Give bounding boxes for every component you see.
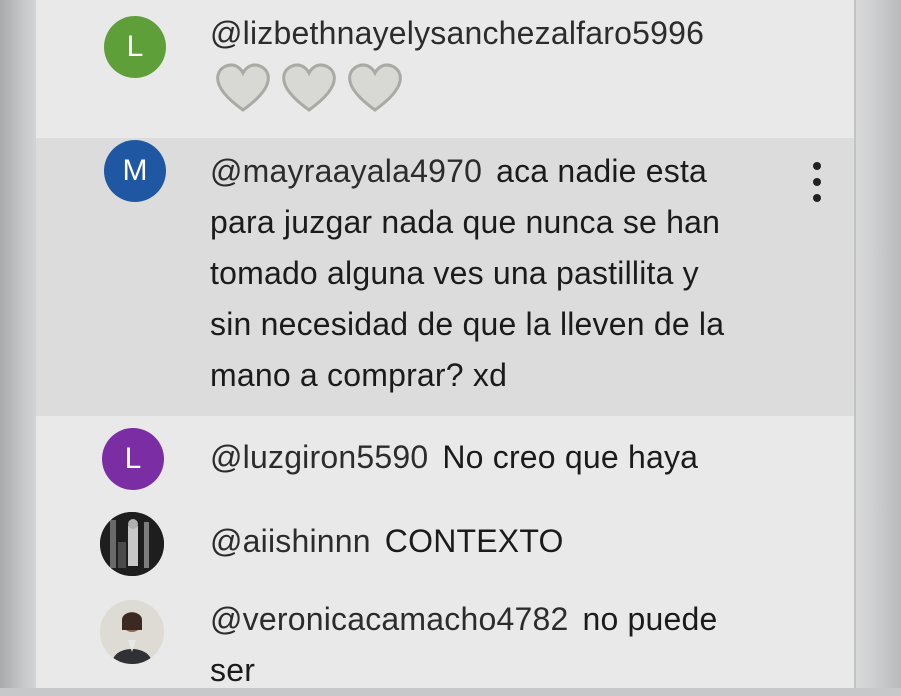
author-name[interactable]: @luzgiron5590 xyxy=(210,439,428,475)
message-text: @aiishinnn CONTEXTO xyxy=(210,516,564,567)
chat-message: L @lizbethnayelysanchezalfaro5996 xyxy=(36,0,854,138)
message-line: no puede xyxy=(582,601,718,637)
white-heart-icon xyxy=(282,63,336,112)
photo-avatar-image xyxy=(100,512,164,576)
photo-avatar-image xyxy=(100,600,164,664)
message-text: @lizbethnayelysanchezalfaro5996 xyxy=(210,8,718,59)
message-line: mano a comprar? xd xyxy=(210,357,508,393)
message-line: sin necesidad de que la lleven de la xyxy=(210,306,725,342)
message-line: aca nadie esta xyxy=(496,153,708,189)
message-line: tomado alguna ves una pastillita y xyxy=(210,255,699,291)
message-text: @veronicacamacho4782 no puede ser xyxy=(210,594,810,696)
photo-avatar[interactable] xyxy=(100,512,164,576)
avatar-letter: L xyxy=(126,30,144,63)
message-line: para juzgar nada que nunca se han xyxy=(210,204,721,240)
message-text: @mayraayala4970 aca nadie esta para juzga… xyxy=(210,146,790,401)
white-heart-icon xyxy=(216,63,270,112)
message-line: ser xyxy=(210,652,256,688)
avatar-letter: M xyxy=(122,154,148,187)
more-vert-icon[interactable] xyxy=(805,162,829,212)
author-name[interactable]: @aiishinnn xyxy=(210,523,371,559)
avatar-letter: L xyxy=(124,442,142,475)
heart-emoji-row xyxy=(214,60,404,114)
author-name[interactable]: @lizbethnayelysanchezalfaro5996 xyxy=(210,15,704,51)
chat-scrollbar[interactable] xyxy=(854,0,901,688)
author-name[interactable]: @veronicacamacho4782 xyxy=(210,601,568,637)
message-body: No creo que haya xyxy=(442,439,699,475)
avatar[interactable]: M xyxy=(104,140,166,202)
author-name[interactable]: @mayraayala4970 xyxy=(210,153,482,189)
message-body: CONTEXTO xyxy=(384,523,564,559)
screen-bezel-left xyxy=(0,0,36,688)
message-text: @luzgiron5590 No creo que haya xyxy=(210,432,698,483)
avatar[interactable]: L xyxy=(102,428,164,490)
white-heart-icon xyxy=(348,63,402,112)
photo-avatar[interactable] xyxy=(100,600,164,664)
avatar[interactable]: L xyxy=(104,16,166,78)
